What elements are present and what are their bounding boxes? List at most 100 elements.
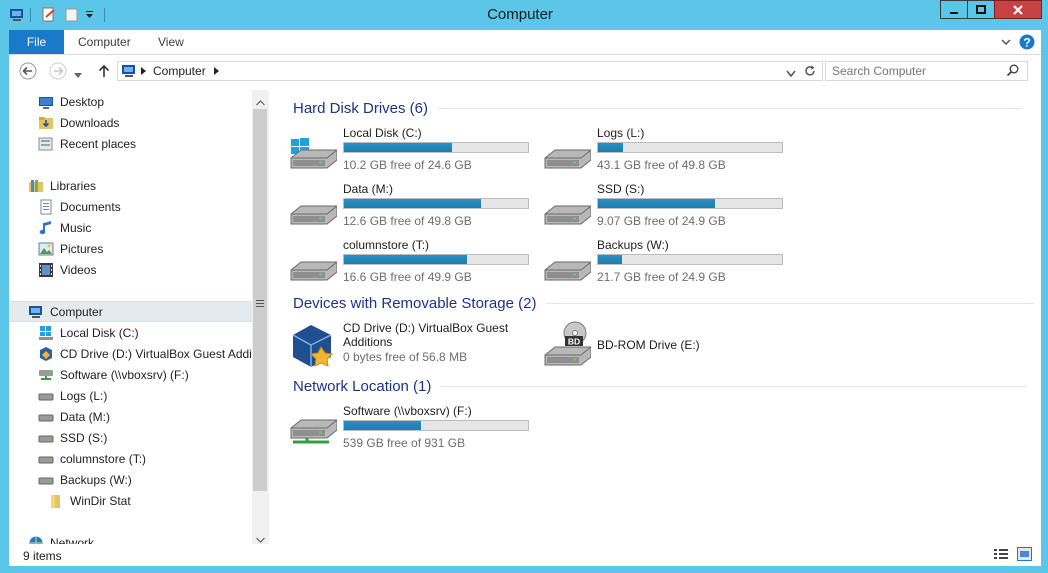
up-icon[interactable] — [98, 64, 110, 81]
usage-fill — [598, 255, 622, 264]
content-pane: Hard Disk Drives (6) Local Disk (C:) 10.… — [269, 90, 1041, 544]
address-bar[interactable]: Computer — [117, 61, 823, 81]
nav-scrollbar[interactable] — [252, 90, 269, 544]
nav-item-drive-m[interactable]: Data (M:) — [38, 406, 110, 427]
free-space: 43.1 GB free of 49.8 GB — [597, 158, 726, 172]
free-space: 539 GB free of 931 GB — [343, 436, 466, 450]
maximize-button[interactable] — [967, 0, 995, 19]
group-header-removable[interactable]: Devices with Removable Storage (2) — [293, 295, 1035, 312]
desktop-icon — [38, 94, 54, 110]
usage-fill — [598, 199, 716, 208]
nav-item-desktop[interactable]: Desktop — [38, 91, 104, 112]
hard-drive-icon — [544, 261, 591, 281]
network-icon — [28, 535, 44, 544]
drive-tile-d[interactable]: CD Drive (D:) VirtualBox Guest Additions… — [289, 321, 539, 369]
nav-label: Network — [50, 535, 95, 545]
nav-item-windirstat[interactable]: WinDir Stat — [48, 490, 131, 511]
drive-tile-s[interactable]: SSD (S:) 9.07 GB free of 24.9 GB — [543, 182, 793, 234]
nav-label: Computer — [50, 304, 103, 319]
file-tab[interactable]: File — [9, 30, 64, 54]
nav-label: Videos — [60, 262, 97, 277]
drive-tile-t[interactable]: columnstore (T:) 16.6 GB free of 49.9 GB — [289, 238, 539, 290]
hard-drive-icon — [544, 149, 591, 169]
drive-tile-e[interactable]: BD BD-ROM Drive (E:) — [543, 321, 793, 369]
address-dropdown-icon[interactable] — [786, 67, 796, 81]
search-icon[interactable] — [1006, 64, 1019, 80]
usage-fill — [344, 421, 422, 430]
chevron-right-icon[interactable] — [213, 64, 220, 78]
group-header-network[interactable]: Network Location (1) — [293, 378, 1028, 395]
tab-computer[interactable]: Computer — [78, 35, 131, 49]
nav-item-pictures[interactable]: Pictures — [38, 238, 103, 259]
folder-icon — [48, 493, 64, 509]
nav-item-drive-w[interactable]: Backups (W:) — [38, 469, 132, 490]
usage-bar — [597, 198, 783, 209]
back-icon[interactable] — [19, 62, 37, 83]
nav-item-videos[interactable]: Videos — [38, 259, 96, 280]
nav-label: Data (M:) — [60, 409, 111, 424]
minimize-icon — [950, 11, 958, 14]
hard-drive-icon — [38, 451, 54, 467]
nav-item-computer[interactable]: Computer — [28, 301, 103, 322]
status-bar: 9 items — [9, 544, 1041, 566]
free-space: 16.6 GB free of 49.9 GB — [343, 270, 472, 284]
drive-tile-c[interactable]: Local Disk (C:) 10.2 GB free of 24.6 GB — [289, 126, 539, 178]
nav-item-downloads[interactable]: Downloads — [38, 112, 119, 133]
nav-item-recent-places[interactable]: Recent places — [38, 133, 136, 154]
nav-label: Music — [60, 220, 92, 235]
nav-item-drive-t[interactable]: columnstore (T:) — [38, 448, 146, 469]
recent-locations-icon[interactable] — [74, 68, 82, 82]
computer-icon — [121, 63, 137, 79]
nav-item-documents[interactable]: Documents — [38, 196, 121, 217]
drive-tile-m[interactable]: Data (M:) 12.6 GB free of 49.8 GB — [289, 182, 539, 234]
recent-places-icon — [38, 136, 54, 152]
search-box[interactable] — [825, 61, 1028, 81]
nav-item-drive-l[interactable]: Logs (L:) — [38, 385, 107, 406]
navigation-pane: Desktop Downloads Recent places Librarie… — [9, 90, 252, 544]
hard-drive-icon — [544, 205, 591, 225]
music-icon — [38, 220, 54, 236]
title-bar: Computer — [0, 0, 1048, 30]
group-header-hdd[interactable]: Hard Disk Drives (6) — [293, 100, 1023, 117]
search-input[interactable] — [832, 64, 1002, 78]
downloads-folder-icon — [38, 115, 54, 131]
ribbon: File Computer View ? — [9, 30, 1041, 55]
nav-item-drive-s[interactable]: SSD (S:) — [38, 427, 107, 448]
nav-label: Pictures — [60, 241, 104, 256]
address-toolbar: Computer — [9, 55, 1041, 90]
drive-name: columnstore (T:) — [343, 238, 430, 252]
large-icons-view-icon[interactable] — [1017, 547, 1032, 564]
ribbon-expand-icon[interactable] — [1000, 36, 1012, 51]
chevron-right-icon[interactable] — [141, 64, 147, 78]
scroll-thumb[interactable] — [253, 109, 267, 491]
nav-label: Recent places — [60, 136, 137, 151]
computer-icon — [28, 304, 44, 320]
drive-tile-w[interactable]: Backups (W:) 21.7 GB free of 24.9 GB — [543, 238, 793, 290]
nav-label: columnstore (T:) — [60, 451, 147, 466]
drive-tile-l[interactable]: Logs (L:) 43.1 GB free of 49.8 GB — [543, 126, 793, 178]
documents-icon — [38, 199, 54, 215]
nav-item-music[interactable]: Music — [38, 217, 91, 238]
nav-label: Downloads — [60, 115, 120, 130]
forward-icon[interactable] — [49, 62, 67, 83]
drive-tile-f[interactable]: Software (\\vboxsrv) (F:) 539 GB free of… — [289, 404, 539, 456]
usage-bar — [597, 254, 783, 265]
usage-bar — [343, 420, 529, 431]
close-button[interactable] — [994, 0, 1042, 19]
nav-item-drive-c[interactable]: Local Disk (C:) — [38, 322, 139, 343]
nav-item-drive-f[interactable]: Software (\\vboxsrv) (F:) — [38, 364, 189, 385]
minimize-button[interactable] — [940, 0, 968, 19]
refresh-icon[interactable] — [803, 64, 817, 81]
usage-bar — [597, 142, 783, 153]
nav-item-libraries[interactable]: Libraries — [28, 175, 96, 196]
breadcrumb-computer[interactable]: Computer — [153, 64, 206, 78]
nav-item-network[interactable]: Network — [28, 532, 94, 544]
drive-name: Software (\\vboxsrv) (F:) — [343, 404, 472, 418]
free-space: 0 bytes free of 56.8 MB — [343, 350, 468, 364]
tab-view[interactable]: View — [158, 35, 184, 49]
help-icon[interactable]: ? — [1019, 34, 1035, 53]
nav-item-drive-d[interactable]: CD Drive (D:) VirtualBox Guest Additi — [38, 343, 252, 364]
scroll-up-icon[interactable] — [256, 95, 265, 109]
usage-fill — [598, 143, 623, 152]
details-view-icon[interactable] — [994, 548, 1008, 564]
